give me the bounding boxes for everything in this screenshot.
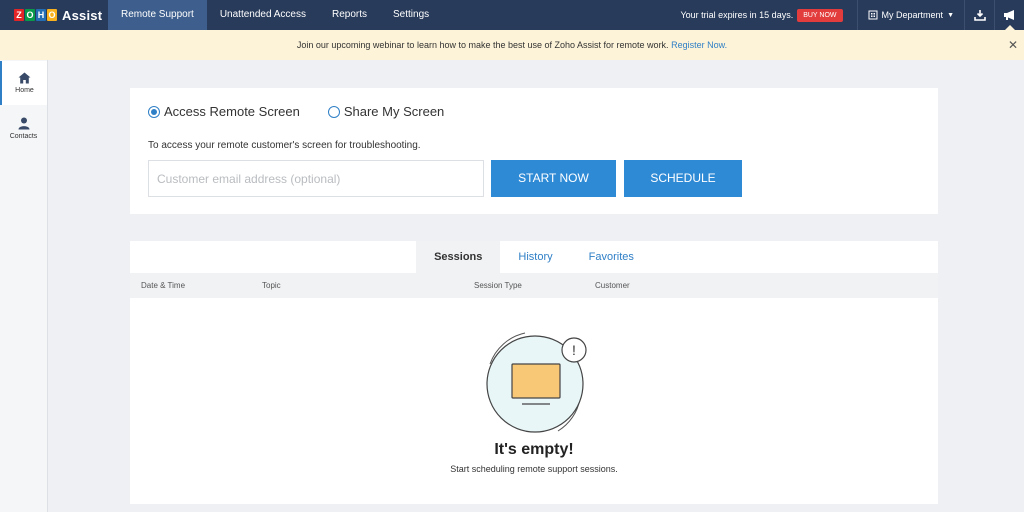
trial-text: Your trial expires in 15 days. (680, 10, 794, 20)
buy-now-button[interactable]: BUY NOW (797, 8, 843, 22)
megaphone-icon (1003, 10, 1014, 20)
close-icon[interactable]: ✕ (1008, 30, 1018, 60)
start-now-button[interactable]: START NOW (491, 160, 616, 197)
logo-letter: H (36, 9, 46, 21)
top-navbar: Z O H O Assist Remote Support Unattended… (0, 0, 1024, 31)
sidebar-item-label: Contacts (9, 132, 38, 140)
radio-label: Share My Screen (343, 104, 445, 119)
banner-text: Join our upcoming webinar to learn how t… (296, 40, 669, 50)
announcements-button[interactable] (994, 0, 1024, 31)
column-header-customer[interactable]: Customer (595, 281, 630, 290)
tab-history[interactable]: History (500, 241, 570, 273)
download-button[interactable] (964, 0, 994, 30)
navbar-right: Your trial expires in 15 days. BUY NOW M… (680, 0, 1024, 31)
nav-reports[interactable]: Reports (319, 0, 380, 30)
radio-access-remote[interactable] (148, 105, 160, 118)
tab-favorites[interactable]: Favorites (571, 241, 652, 273)
zoho-assist-logo[interactable]: Z O H O Assist (0, 0, 108, 30)
building-icon (868, 10, 878, 20)
column-header-date-time[interactable]: Date & Time (141, 281, 185, 290)
nav-unattended-access[interactable]: Unattended Access (207, 0, 319, 30)
empty-state-subtitle: Start scheduling remote support sessions… (450, 464, 618, 474)
home-icon (18, 72, 31, 84)
logo-text: Assist (62, 7, 103, 23)
share-my-screen-option[interactable]: Share My Screen (327, 104, 445, 119)
chevron-down-icon: ▼ (947, 11, 954, 19)
column-header-topic[interactable]: Topic (262, 281, 281, 290)
left-sidebar: Home Contacts (0, 60, 48, 512)
alert-icon: ! (572, 342, 576, 358)
remote-access-panel: Access Remote Screen Share My Screen To … (130, 88, 938, 214)
register-now-link[interactable]: Register Now. (671, 40, 727, 50)
department-dropdown[interactable]: My Department ▼ (856, 0, 964, 30)
contact-icon (18, 117, 29, 129)
sidebar-item-label: Home (15, 87, 34, 94)
zoho-logo-mark: Z O H O (14, 9, 57, 21)
nav-settings[interactable]: Settings (380, 0, 442, 30)
logo-letter: O (47, 9, 57, 21)
empty-state-illustration: ! (486, 332, 587, 433)
empty-state-title: It's empty! (494, 441, 574, 458)
sessions-panel: Sessions History Favorites Date & Time T… (130, 241, 938, 504)
nav-remote-support[interactable]: Remote Support (108, 0, 207, 30)
access-remote-screen-option[interactable]: Access Remote Screen (148, 104, 300, 119)
sessions-table-header: Date & Time Topic Session Type Customer (130, 273, 938, 298)
tab-sessions[interactable]: Sessions (416, 241, 501, 273)
radio-share-screen[interactable] (327, 105, 340, 118)
sidebar-item-contacts[interactable]: Contacts (0, 106, 47, 150)
access-description: To access your remote customer's screen … (148, 140, 421, 151)
webinar-banner: Join our upcoming webinar to learn how t… (0, 30, 1024, 60)
radio-label: Access Remote Screen (164, 104, 300, 119)
sidebar-item-home[interactable]: Home (0, 61, 47, 105)
sessions-tabs: Sessions History Favorites (130, 241, 938, 273)
logo-letter: O (25, 9, 35, 21)
download-icon (973, 10, 986, 21)
department-label: My Department (881, 10, 944, 20)
access-mode-options: Access Remote Screen Share My Screen (148, 104, 444, 119)
customer-email-input[interactable] (148, 160, 484, 197)
column-header-session-type[interactable]: Session Type (474, 281, 522, 290)
logo-letter: Z (14, 9, 24, 21)
schedule-button[interactable]: SCHEDULE (624, 160, 742, 197)
